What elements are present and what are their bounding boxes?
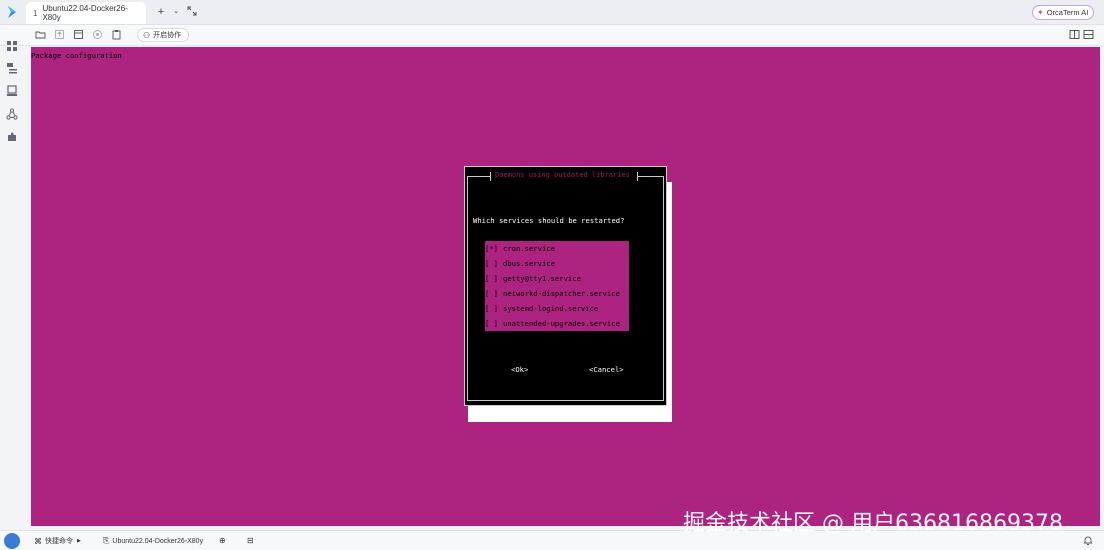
left-sidebar (0, 41, 24, 530)
files-icon[interactable] (6, 62, 18, 74)
dialog-frame-line (637, 176, 664, 177)
upload-icon[interactable] (54, 29, 65, 40)
dialog-title: Daemons using outdated libraries (495, 171, 630, 179)
terminal-icon: ⎘ (103, 536, 110, 545)
split-vertical-icon[interactable] (1069, 29, 1080, 40)
add-tab-button[interactable]: + (155, 6, 167, 18)
session-name: Ubuntu22.04-Docker26-X80y (112, 537, 204, 545)
cancel-button[interactable]: <Cancel> (589, 365, 624, 374)
restart-services-dialog: Daemons using outdated libraries Which s… (464, 166, 667, 406)
checkbox[interactable]: [ ] (485, 259, 499, 268)
service-name: cron.service (503, 244, 555, 253)
service-option-getty[interactable]: [ ] getty@tty1.service (485, 271, 629, 286)
collaboration-button[interactable]: ⚇ 开启协作 (137, 28, 189, 42)
ok-button[interactable]: <Ok> (511, 365, 528, 374)
collaboration-label: 开启协作 (153, 32, 182, 39)
service-option-dbus[interactable]: [ ] dbus.service (485, 256, 629, 271)
tab-menu-button[interactable]: ⌄ (171, 6, 181, 18)
globe-icon[interactable]: ⊕ (219, 536, 229, 545)
session-tab[interactable]: 1 Ubuntu22.04-Docker26-X80y (26, 2, 146, 24)
expand-icon[interactable] (186, 5, 198, 17)
checkbox[interactable]: [ ] (485, 304, 499, 313)
checkbox[interactable]: [ ] (485, 274, 499, 283)
quick-commands-label: 快捷命令 (45, 538, 73, 545)
watermark-text: 掘金技术社区 @ 用户636816869378 (683, 511, 1063, 536)
checkbox[interactable]: [ ] (485, 319, 499, 328)
dialog-frame-line (467, 176, 491, 177)
plugin-icon[interactable] (6, 131, 18, 143)
service-option-unattended-upgrades[interactable]: [ ] unattended-upgrades.service (485, 316, 629, 331)
quick-commands-button[interactable]: ⌘ 快捷命令 ▶ (34, 536, 81, 546)
checkbox[interactable]: [*] (485, 244, 499, 253)
service-option-networkd-dispatcher[interactable]: [ ] networkd-dispatcher.service (485, 286, 629, 301)
dialog-question: Which services should be restarted? (473, 216, 625, 225)
tab-bar: 1 Ubuntu22.04-Docker26-X80y + ⌄ ✦ OrcaTe… (0, 0, 1104, 25)
command-icon: ⌘ (34, 536, 42, 546)
folder-icon[interactable] (35, 29, 46, 40)
service-name: dbus.service (503, 259, 555, 268)
service-name: getty@tty1.service (503, 274, 581, 283)
service-name: systemd-logind.service (503, 304, 599, 313)
service-option-cron[interactable]: [*] cron.service (485, 241, 629, 256)
ai-button-label: OrcaTerm AI (1046, 8, 1089, 17)
window-icon[interactable] (73, 29, 84, 40)
service-option-systemd-logind[interactable]: [ ] systemd-logind.service (485, 301, 629, 316)
sparkle-icon: ✦ (1037, 8, 1044, 17)
caret-right-icon: ▶ (77, 538, 81, 544)
terminal-screen[interactable]: Package configuration Daemons using outd… (31, 47, 1100, 526)
checkbox[interactable]: [ ] (485, 289, 499, 298)
tab-title: Ubuntu22.04-Docker26-X80y (42, 4, 128, 22)
collaboration-icon: ⚇ (143, 30, 151, 40)
terminal-header: Package configuration (31, 51, 122, 60)
dialog-frame-tick (637, 172, 638, 181)
service-name: networkd-dispatcher.service (503, 289, 620, 298)
toolbar: ⚇ 开启协作 (0, 25, 1104, 46)
clipboard-icon[interactable] (111, 29, 122, 40)
server-icon[interactable] (6, 85, 18, 97)
record-icon[interactable] (92, 29, 103, 40)
service-name: unattended-upgrades.service (503, 319, 620, 328)
apps-icon[interactable] (6, 40, 18, 52)
app-logo-icon (8, 6, 16, 18)
network-icon[interactable] (6, 108, 18, 120)
split-horizontal-icon[interactable] (1083, 29, 1094, 40)
tab-number: 1 (33, 8, 38, 18)
service-checklist: [*] cron.service [ ] dbus.service [ ] ge… (485, 241, 629, 331)
orcaterm-ai-button[interactable]: ✦ OrcaTerm AI (1032, 5, 1094, 20)
keyboard-icon[interactable]: ⊟ (247, 536, 257, 545)
dialog-frame-tick (490, 172, 491, 181)
avatar[interactable] (4, 533, 20, 549)
bell-icon[interactable] (1083, 535, 1093, 546)
session-indicator[interactable]: ⎘ Ubuntu22.04-Docker26-X80y (103, 536, 203, 546)
